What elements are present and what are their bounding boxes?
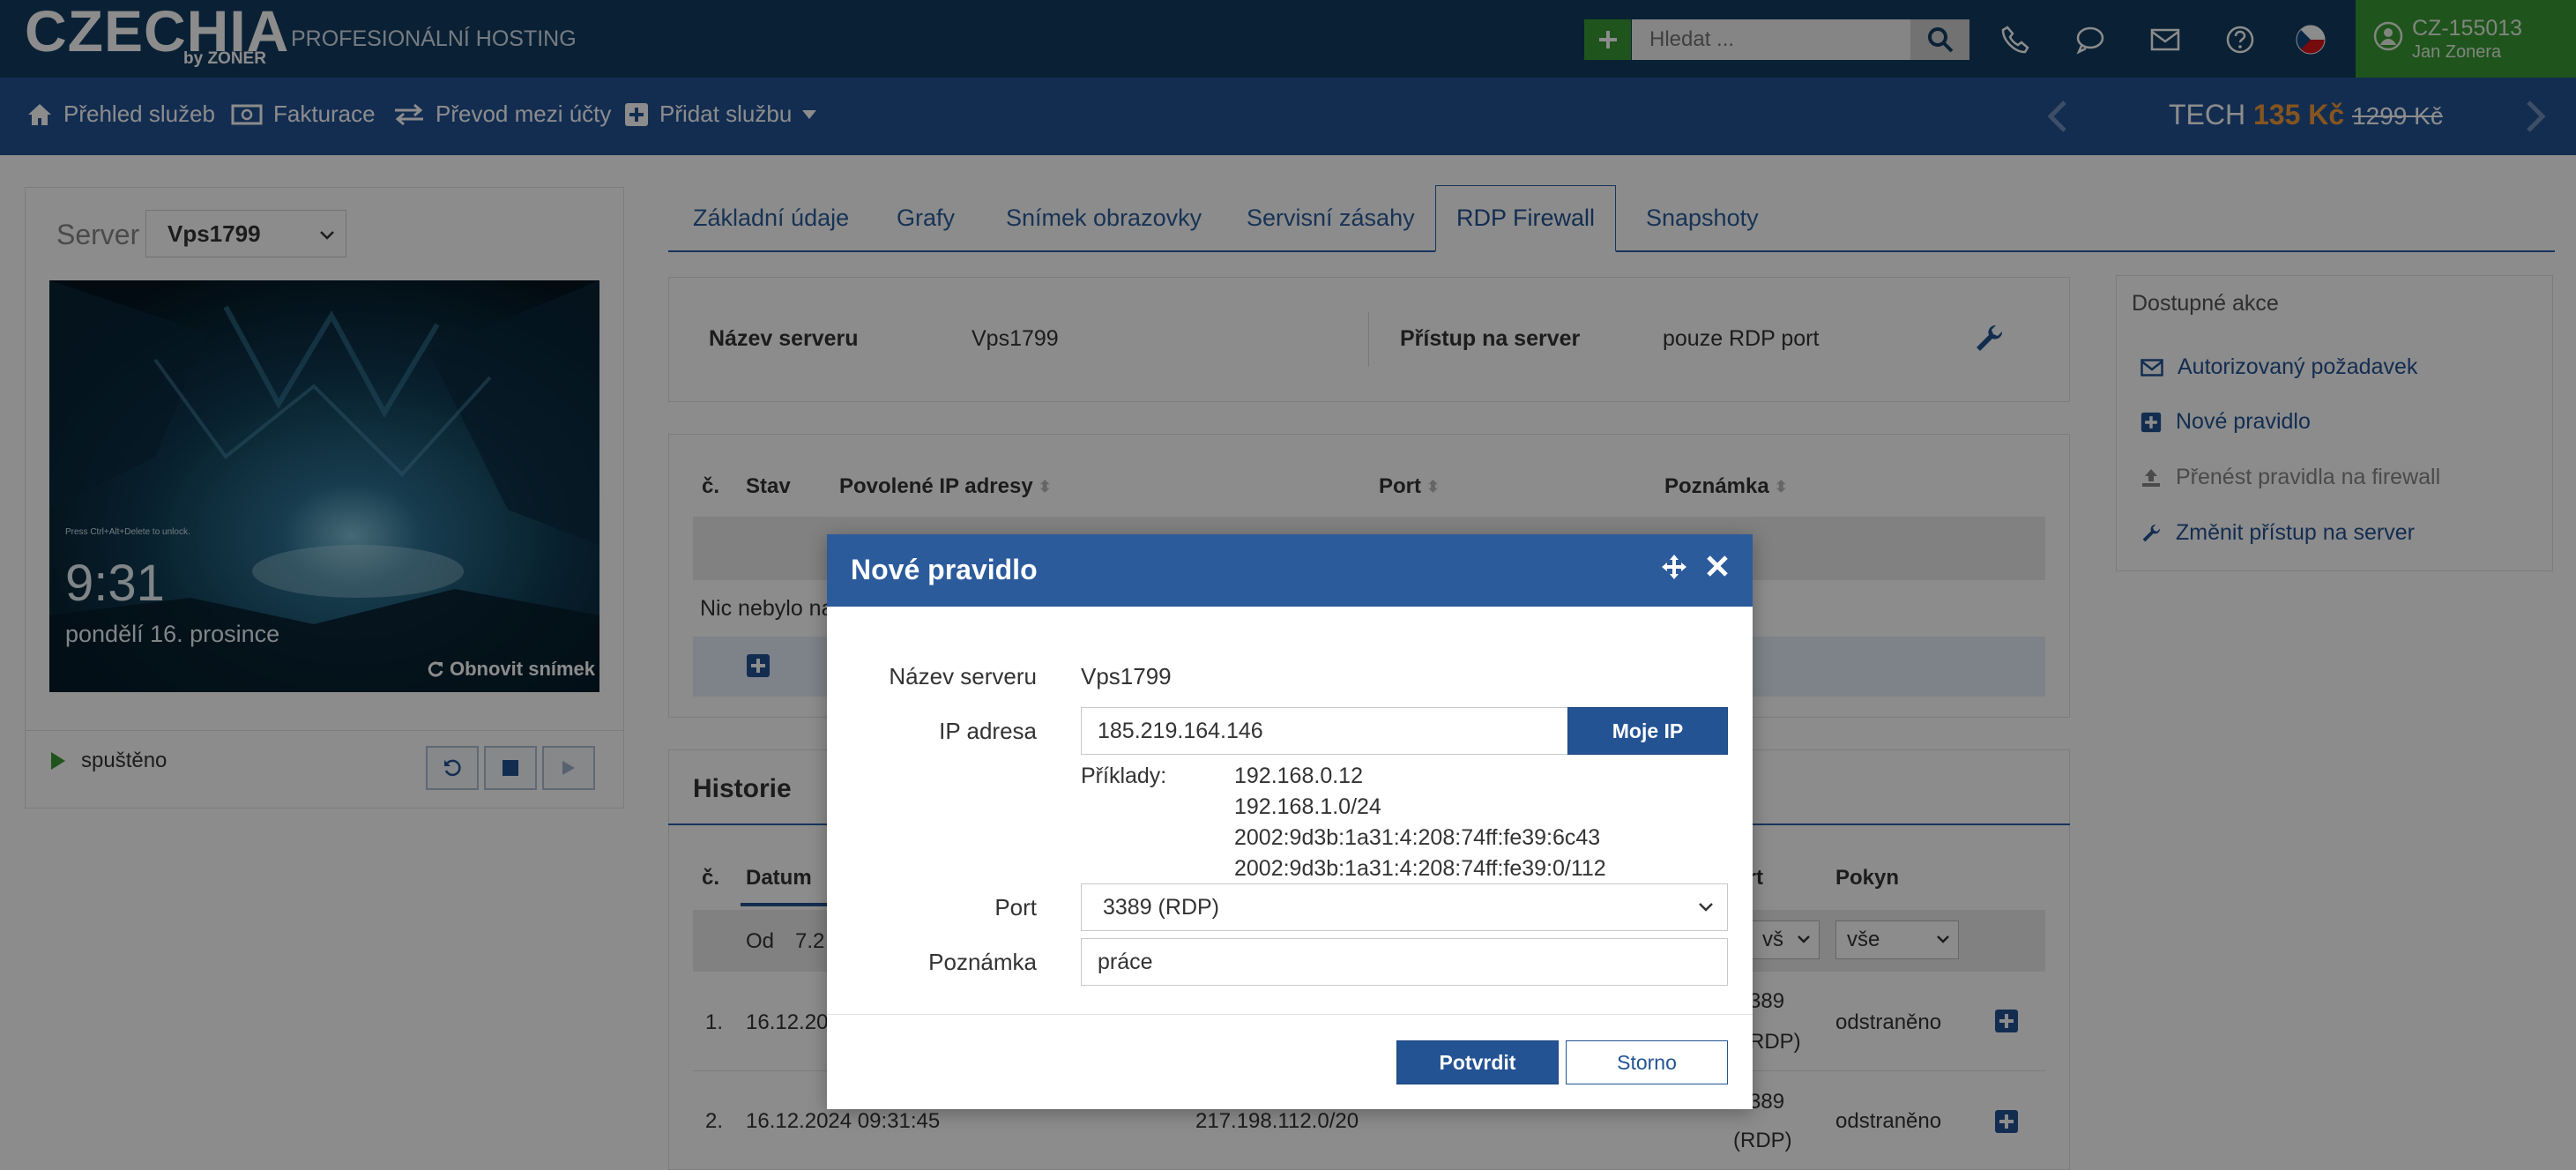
dialog-server-name-value: Vps1799 — [1081, 663, 1172, 689]
close-icon[interactable] — [1705, 554, 1730, 578]
new-rule-dialog — [827, 534, 1753, 1109]
dialog-note-label: Poznámka — [928, 949, 1037, 975]
dialog-ip-label: IP adresa — [939, 718, 1037, 744]
chevron-down-icon — [1699, 903, 1713, 912]
examples-label: Příklady: — [1081, 764, 1167, 788]
move-icon[interactable] — [1661, 554, 1687, 580]
cancel-button[interactable]: Storno — [1566, 1040, 1728, 1084]
ip-address-input[interactable] — [1081, 707, 1568, 755]
confirm-button[interactable]: Potvrdit — [1396, 1040, 1559, 1084]
dialog-title: Nové pravidlo — [851, 554, 1038, 585]
port-select[interactable]: 3389 (RDP) — [1081, 883, 1728, 931]
example-ip: 2002:9d3b:1a31:4:208:74ff:fe39:0/112 — [1234, 856, 1606, 881]
my-ip-button[interactable]: Moje IP — [1567, 707, 1728, 755]
example-ip: 192.168.1.0/24 — [1234, 794, 1381, 819]
dialog-footer-divider — [827, 1014, 1753, 1015]
note-input[interactable] — [1081, 938, 1728, 986]
example-ip: 192.168.0.12 — [1234, 764, 1363, 788]
dialog-port-label: Port — [994, 894, 1037, 920]
dialog-server-name-label: Název serveru — [889, 663, 1037, 689]
example-ip: 2002:9d3b:1a31:4:208:74ff:fe39:6c43 — [1234, 825, 1601, 850]
